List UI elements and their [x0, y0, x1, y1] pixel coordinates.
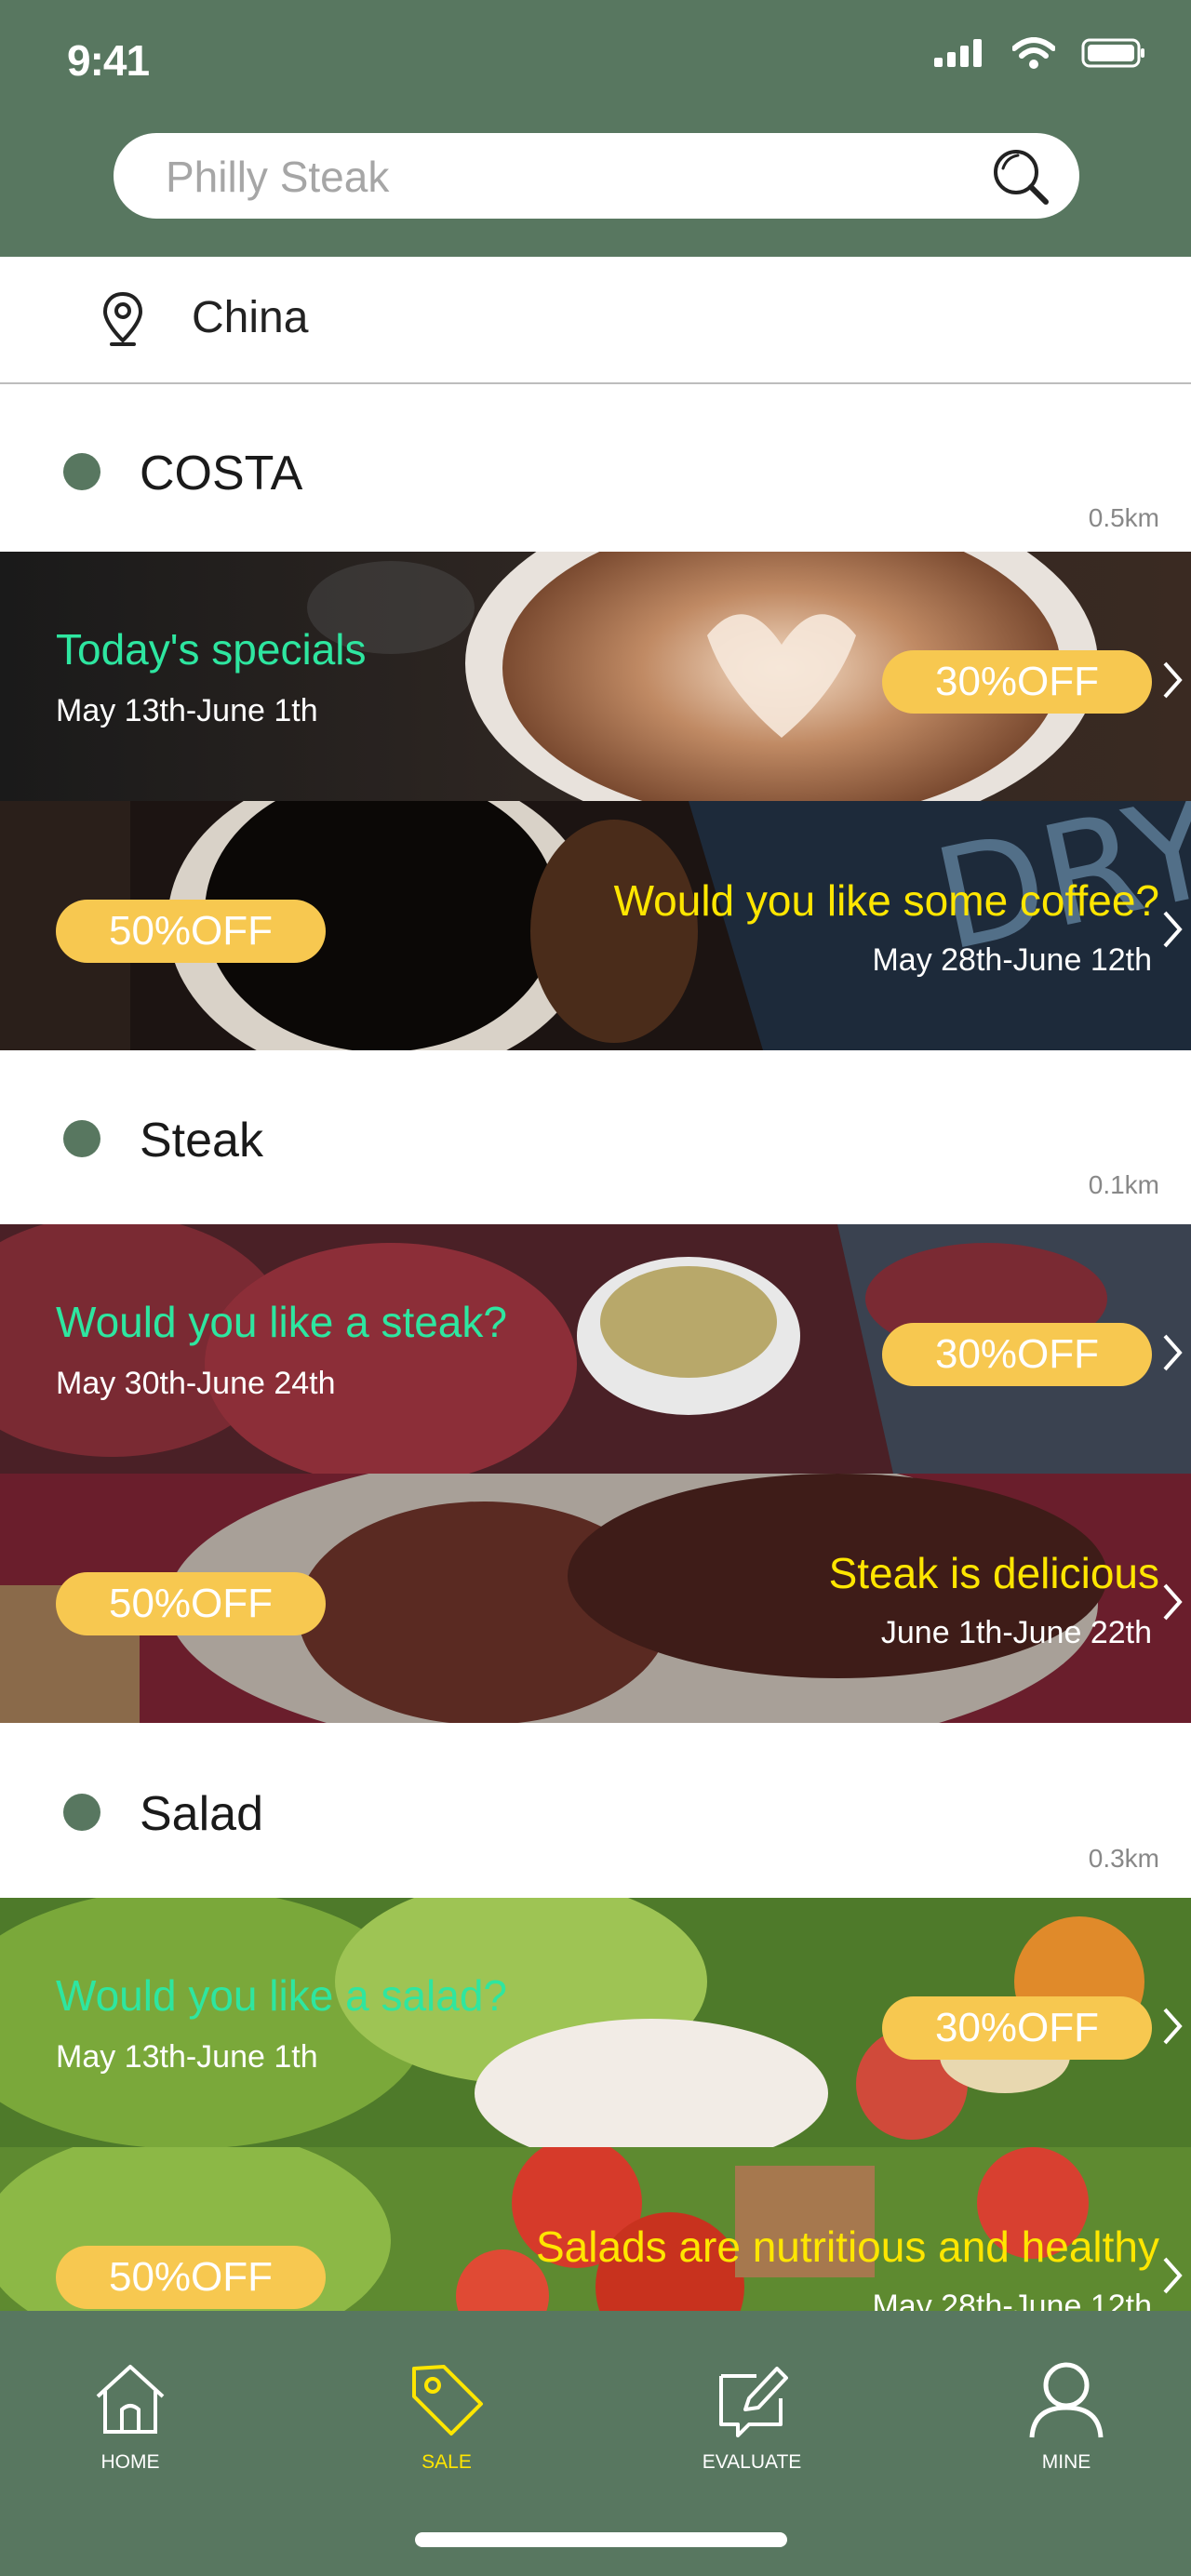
store-distance: 0.3km: [1088, 1844, 1159, 1873]
promo-date: May 30th-June 24th: [56, 1366, 336, 1401]
promo-date: May 13th-June 1th: [56, 2039, 318, 2075]
promo-banner[interactable]: Would you like a salad? May 13th-June 1t…: [0, 1898, 1191, 2147]
promo-banner[interactable]: Steak is delicious June 1th-June 22th 50…: [0, 1474, 1191, 1723]
promo-title: Salads are nutritious and healthy: [536, 2222, 1159, 2271]
promo-date: June 1th-June 22th: [880, 1615, 1152, 1650]
promo-banner[interactable]: Salads are nutritious and healthy May 28…: [0, 2147, 1191, 2311]
promo-date: May 28th-June 12th: [872, 2289, 1152, 2311]
store-name: COSTA: [140, 447, 303, 501]
battery-icon: [1081, 38, 1144, 68]
discount-badge: 30%OFF: [882, 1323, 1152, 1386]
promo-banner[interactable]: DRY Would you like some coffee? May 28th…: [0, 801, 1191, 1050]
store-dot-icon: [63, 453, 100, 490]
header: 9:41: [0, 0, 1191, 257]
chevron-right-icon[interactable]: [1159, 909, 1185, 950]
search-input[interactable]: [164, 148, 968, 206]
store-dot-icon: [63, 1794, 100, 1831]
store-distance: 0.5km: [1088, 503, 1159, 532]
location-selector[interactable]: China: [0, 257, 1191, 384]
search-bar[interactable]: [114, 133, 1079, 219]
chevron-right-icon[interactable]: [1159, 660, 1185, 701]
chevron-right-icon[interactable]: [1159, 2006, 1185, 2047]
signal-icon: [934, 39, 982, 67]
store-dot-icon: [63, 1120, 100, 1157]
store-header-costa[interactable]: COSTA 0.5km: [0, 384, 1191, 552]
tab-label: EVALUATE: [702, 2451, 802, 2473]
location-name: China: [192, 293, 309, 342]
chevron-right-icon[interactable]: [1159, 1332, 1185, 1373]
promo-title: Would you like a steak?: [56, 1298, 507, 1346]
status-icons: [934, 37, 1146, 69]
discount-badge: 30%OFF: [882, 1996, 1152, 2060]
store-header-salad[interactable]: Salad 0.3km: [0, 1725, 1191, 1892]
promo-banner[interactable]: Would you like a steak? May 30th-June 24…: [0, 1224, 1191, 1474]
location-pin-icon: [102, 291, 143, 346]
discount-badge: 50%OFF: [56, 900, 326, 963]
tab-home[interactable]: HOME: [37, 2359, 223, 2474]
discount-badge: 50%OFF: [56, 1572, 326, 1635]
discount-badge: 50%OFF: [56, 2246, 326, 2309]
tab-evaluate[interactable]: EVALUATE: [659, 2359, 845, 2474]
store-distance: 0.1km: [1088, 1170, 1159, 1199]
discount-badge: 30%OFF: [882, 650, 1152, 714]
tag-icon: [412, 2365, 483, 2436]
chevron-right-icon[interactable]: [1159, 2255, 1185, 2296]
home-indicator[interactable]: [415, 2532, 787, 2547]
tab-label: SALE: [422, 2451, 472, 2473]
status-time: 9:41: [67, 36, 150, 85]
chevron-right-icon[interactable]: [1159, 1582, 1185, 1622]
promo-date: May 28th-June 12th: [872, 942, 1152, 978]
edit-icon: [719, 2367, 788, 2437]
tab-sale[interactable]: SALE: [354, 2359, 540, 2474]
tab-label: HOME: [100, 2451, 160, 2473]
promo-title: Would you like a salad?: [56, 1971, 507, 2020]
store-name: Steak: [140, 1114, 263, 1168]
wifi-icon: [1012, 37, 1055, 69]
user-icon: [1029, 2362, 1104, 2438]
store-header-steak[interactable]: Steak 0.1km: [0, 1051, 1191, 1219]
promo-title: Today's specials: [56, 625, 367, 674]
promo-banner[interactable]: Today's specials May 13th-June 1th 30%OF…: [0, 552, 1191, 801]
search-icon[interactable]: [988, 144, 1053, 209]
promo-date: May 13th-June 1th: [56, 693, 318, 728]
store-name: Salad: [140, 1787, 263, 1841]
home-icon: [96, 2365, 165, 2434]
promo-title: Would you like some coffee?: [613, 876, 1159, 925]
tab-label: MINE: [1041, 2451, 1091, 2473]
tab-mine[interactable]: MINE: [973, 2359, 1159, 2474]
promo-title: Steak is delicious: [828, 1549, 1159, 1597]
